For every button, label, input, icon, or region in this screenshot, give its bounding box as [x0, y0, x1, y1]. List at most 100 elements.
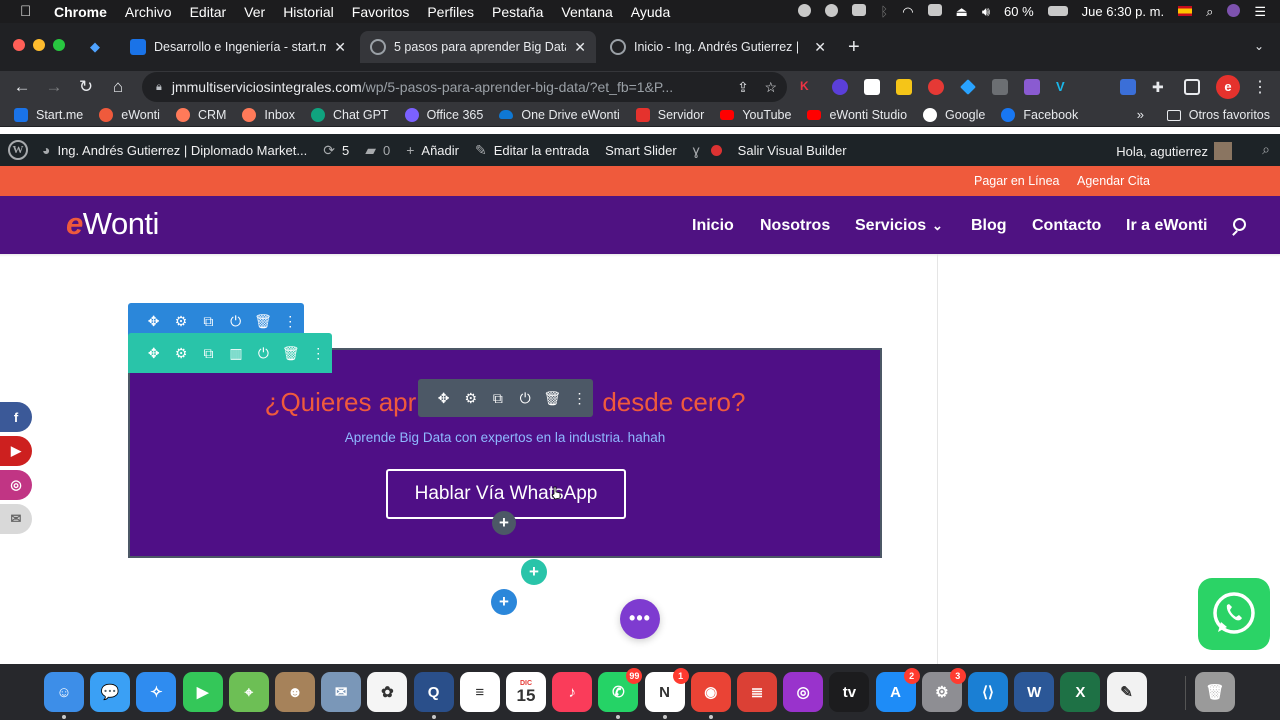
- tab-desarrollo[interactable]: Desarrollo e Ingeniería - start.m ✕: [120, 31, 356, 63]
- dock-safari-icon[interactable]: ✧: [136, 672, 177, 712]
- more-vertical-icon[interactable]: ⋮: [305, 345, 332, 362]
- extension-notion-icon[interactable]: [864, 79, 880, 95]
- record-icon[interactable]: [798, 3, 812, 17]
- dock-podcasts-icon[interactable]: ◎: [783, 672, 824, 712]
- dock-photos-icon[interactable]: ✿: [367, 672, 408, 712]
- extensions-puzzle-icon[interactable]: ✚: [1152, 79, 1168, 95]
- bookmark-crm[interactable]: CRM: [175, 107, 226, 122]
- extension-pencil-icon[interactable]: [1024, 79, 1040, 95]
- extension-gear-icon[interactable]: [832, 79, 848, 95]
- chevron-down-icon[interactable]: ⌄: [932, 218, 943, 234]
- tab-close-icon[interactable]: ✕: [814, 39, 826, 56]
- add-module-button[interactable]: +: [492, 511, 516, 535]
- cta-subtitle[interactable]: Aprende Big Data con expertos en la indu…: [130, 430, 880, 445]
- side-panel-icon[interactable]: [1184, 79, 1200, 95]
- link-pagar-en-linea[interactable]: Pagar en Línea: [974, 174, 1060, 188]
- apple-icon[interactable]: : [20, 3, 36, 20]
- bookmark-star-icon[interactable]: ☆: [764, 79, 777, 95]
- screen-mirroring-icon[interactable]: [927, 4, 942, 16]
- nav-inicio[interactable]: Inicio: [692, 217, 734, 235]
- wifi-icon[interactable]: ◠: [902, 4, 913, 20]
- bookmark-ewonti[interactable]: eWonti: [99, 107, 160, 122]
- chrome-menu-icon[interactable]: ⋮: [1252, 77, 1268, 97]
- nav-ir-a-ewonti[interactable]: Ir a eWonti: [1126, 217, 1208, 235]
- dock-chrome-icon[interactable]: ◉: [690, 672, 731, 712]
- wp-comments[interactable]: ▰ 0: [365, 142, 390, 159]
- nav-blog[interactable]: Blog: [971, 217, 1007, 235]
- site-logo[interactable]: eWonti: [66, 206, 159, 242]
- window-minimize-button[interactable]: [33, 39, 45, 51]
- tab-close-icon[interactable]: ✕: [574, 39, 586, 56]
- link-agendar-cita[interactable]: Agendar Cita: [1077, 174, 1150, 188]
- extension-miro-icon[interactable]: [896, 79, 912, 95]
- bluetooth-icon[interactable]: ᛒ: [880, 4, 888, 19]
- dock-music-icon[interactable]: ♪: [552, 672, 593, 712]
- share-icon[interactable]: ⇪: [737, 79, 749, 95]
- dock-todoist-icon[interactable]: ≣: [737, 672, 777, 712]
- youtube-social-icon[interactable]: ▶: [0, 436, 32, 466]
- wp-smart-slider[interactable]: Smart Slider: [605, 143, 677, 158]
- siri-icon[interactable]: [1227, 3, 1241, 17]
- move-icon[interactable]: ✥: [140, 313, 167, 330]
- trash-icon[interactable]: 🗑: [277, 345, 304, 362]
- tab-big-data[interactable]: 5 pasos para aprender Big Data ✕: [360, 31, 596, 63]
- duplicate-icon[interactable]: ⧉: [195, 345, 222, 362]
- dock-mail-icon[interactable]: ✉: [321, 672, 362, 712]
- dock-facetime-icon[interactable]: ▶: [182, 672, 223, 712]
- menu-historial[interactable]: Historial: [283, 4, 334, 20]
- bookmark-inbox[interactable]: Inbox: [242, 107, 295, 122]
- eject-icon[interactable]: ⏏: [956, 4, 968, 20]
- nav-contacto[interactable]: Contacto: [1032, 217, 1101, 235]
- gear-icon[interactable]: ⚙: [167, 345, 194, 362]
- extension-shield-icon[interactable]: [928, 79, 944, 95]
- home-icon[interactable]: ⌂: [102, 77, 134, 97]
- extension-code-icon[interactable]: [992, 79, 1008, 95]
- reload-icon[interactable]: ↻: [70, 77, 102, 97]
- dock-system-preferences-icon[interactable]: ⚙ 3: [921, 668, 966, 712]
- bookmark-facebook[interactable]: Facebook: [1001, 107, 1078, 122]
- bookmark-google[interactable]: Google: [923, 107, 985, 122]
- tab-close-icon[interactable]: ✕: [334, 39, 346, 56]
- more-vertical-icon[interactable]: ⋮: [277, 313, 304, 330]
- extension-blue-icon[interactable]: [1120, 79, 1136, 95]
- spotlight-icon[interactable]: ⌕: [1206, 4, 1213, 20]
- dock-appletv-icon[interactable]: tv: [829, 672, 870, 712]
- wp-edit-post[interactable]: ✎ Editar la entrada: [475, 142, 589, 159]
- power-icon[interactable]: ⏻: [512, 390, 539, 407]
- address-bar[interactable]: 🔒︎ jmmultiserviciosintegrales.com/wp/5-p…: [142, 72, 787, 102]
- add-row-button[interactable]: +: [521, 559, 547, 585]
- trash-icon[interactable]: 🗑: [539, 390, 566, 407]
- battery-icon[interactable]: [1047, 6, 1068, 16]
- cloud-icon[interactable]: [852, 4, 867, 16]
- bookmark-office365[interactable]: Office 365: [404, 107, 483, 122]
- wp-add-new[interactable]: + Añadir: [406, 142, 459, 158]
- profile-avatar[interactable]: e: [1216, 75, 1240, 99]
- dock-appstore-icon[interactable]: A2: [875, 668, 920, 712]
- dock-reminders-icon[interactable]: ≡: [459, 672, 500, 712]
- dock-maps-icon[interactable]: ⌖: [228, 672, 269, 712]
- tab-inicio[interactable]: Inicio - Ing. Andrés Gutierrez | ✕: [600, 31, 836, 63]
- extension-diamond-icon[interactable]: [960, 79, 976, 95]
- gear-icon[interactable]: ⚙: [457, 390, 484, 407]
- power-icon[interactable]: ⏻: [250, 345, 277, 362]
- bookmark-chatgpt[interactable]: Chat GPT: [311, 107, 389, 122]
- dock-vscode-icon[interactable]: ⟨⟩: [968, 672, 1008, 712]
- tab-search-icon[interactable]: ⌄: [1254, 39, 1264, 53]
- whatsapp-float-button[interactable]: [1198, 578, 1270, 650]
- menu-perfiles[interactable]: Perfiles: [427, 4, 474, 20]
- columns-icon[interactable]: ▥: [222, 345, 249, 362]
- facebook-social-icon[interactable]: f: [0, 402, 32, 432]
- menu-editar[interactable]: Editar: [190, 4, 227, 20]
- move-icon[interactable]: ✥: [140, 345, 167, 362]
- control-center-icon[interactable]: ☰: [1254, 4, 1266, 20]
- gear-icon[interactable]: ⚙: [167, 313, 194, 330]
- dock-quicktime-icon[interactable]: Q: [413, 672, 454, 712]
- search-icon[interactable]: [1233, 218, 1246, 231]
- bookmark-ewonti-studio[interactable]: eWonti Studio: [807, 108, 907, 122]
- dock-word-icon[interactable]: W: [1014, 672, 1055, 712]
- wordpress-icon[interactable]: W: [8, 140, 28, 160]
- email-social-icon[interactable]: ✉: [0, 504, 32, 534]
- extension-vimeo-icon[interactable]: V: [1056, 79, 1072, 95]
- nav-nosotros[interactable]: Nosotros: [760, 217, 830, 235]
- wp-search-icon[interactable]: ⌕: [1262, 141, 1270, 158]
